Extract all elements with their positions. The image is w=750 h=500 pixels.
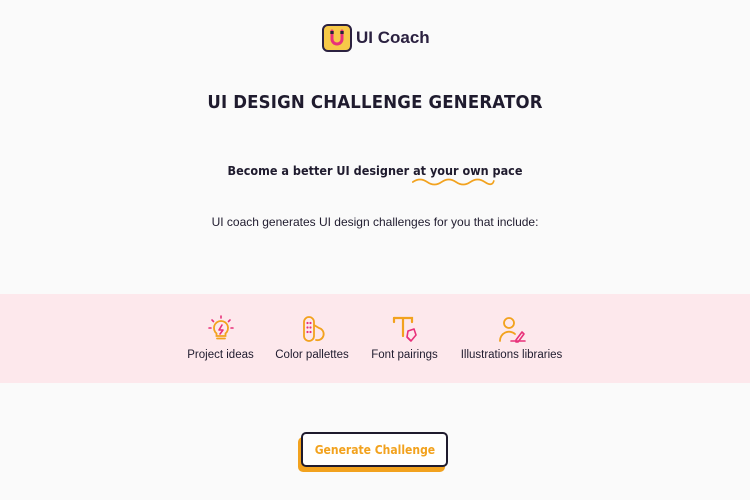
tagline-prefix: Become a better UI designer — [227, 163, 414, 178]
generate-challenge-label: Generate Challenge — [314, 442, 435, 457]
feature-project-ideas: Project ideas — [187, 314, 254, 361]
brand-logo[interactable]: UI Coach — [322, 24, 430, 52]
color-palette-icon — [303, 316, 325, 342]
lightbulb-icon — [207, 315, 234, 340]
page-title: UI DESIGN CHALLENGE GENERATOR — [207, 92, 543, 113]
tagline: Become a better UI designer at your own … — [38, 163, 713, 186]
tagline-highlight-text: at your own pace — [413, 163, 523, 178]
subtitle: UI coach generates UI design challenges … — [211, 215, 539, 229]
generate-challenge-button[interactable]: Generate Challenge — [301, 432, 448, 467]
illustrator-person-icon — [498, 317, 526, 343]
feature-illustrations-libraries: Illustrations libraries — [461, 314, 562, 361]
magnet-u-icon — [322, 24, 352, 52]
features-band: Project ideas Color pallettes Font pairi… — [0, 294, 750, 383]
font-pen-icon — [392, 316, 417, 342]
squiggle-underline-icon — [412, 178, 495, 186]
brand-name: UI Coach — [356, 28, 430, 47]
feature-label: Color pallettes — [275, 349, 349, 361]
feature-label: Illustrations libraries — [460, 349, 563, 361]
feature-color-pallettes: Color pallettes — [275, 314, 349, 361]
feature-font-pairings: Font pairings — [371, 314, 438, 361]
tagline-highlight: at your own pace — [412, 163, 523, 186]
feature-label: Font pairings — [371, 349, 438, 361]
feature-label: Project ideas — [187, 349, 254, 361]
